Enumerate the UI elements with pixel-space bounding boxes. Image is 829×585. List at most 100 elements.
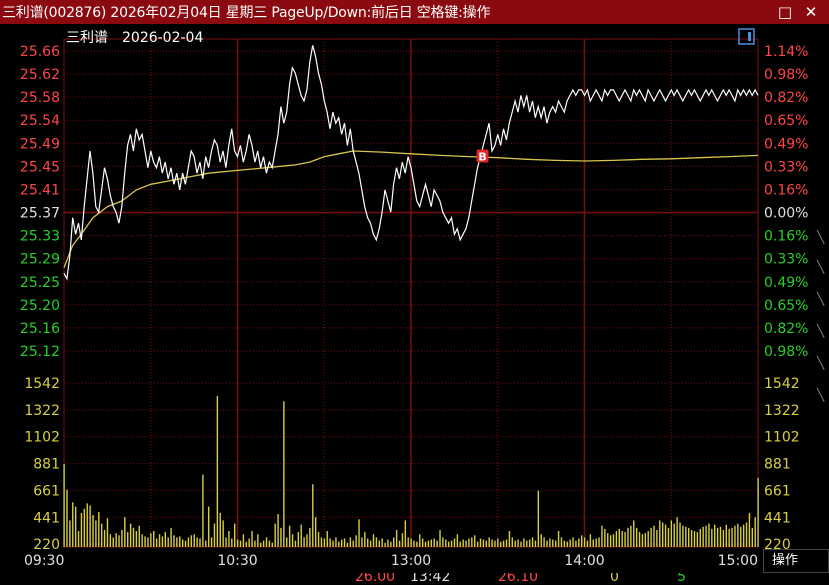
volume-bar — [612, 534, 615, 547]
volume-bar — [702, 526, 704, 547]
volume-bar — [395, 529, 398, 547]
volume-bar — [572, 537, 574, 547]
volume-bar — [341, 539, 343, 547]
volume-bar — [531, 537, 534, 547]
volume-bar — [277, 514, 279, 547]
volume-bar — [83, 508, 86, 547]
volume-bar — [265, 537, 268, 547]
volume-bar — [682, 525, 684, 547]
volume-bar — [207, 506, 210, 547]
buy-marker-label: B — [478, 151, 486, 164]
volume-bar — [731, 527, 733, 547]
volume-bar — [581, 535, 583, 547]
volume-bar — [462, 539, 464, 547]
volume-bar — [176, 537, 178, 547]
volume-bar — [433, 538, 435, 547]
volume-bar — [589, 534, 592, 547]
volume-bar — [141, 534, 143, 547]
pct-tick-label: 1.14% — [764, 44, 808, 60]
volume-bar — [260, 542, 262, 547]
volume-bar — [502, 540, 505, 547]
volume-bar — [633, 520, 635, 547]
title-bar: 三利谱(002876) 2026年02月04日 星期三 PageUp/Down:… — [0, 0, 829, 24]
volume-bar — [601, 525, 603, 547]
volume-bar — [474, 535, 476, 547]
volume-bar — [647, 531, 649, 547]
volume-bar — [283, 401, 285, 547]
volume-bar — [121, 529, 123, 547]
volume-bar — [77, 531, 80, 547]
peek-small-b: 5 — [677, 573, 686, 585]
peek-time: 13:42 — [410, 573, 451, 585]
volume-bar — [549, 538, 551, 547]
volume-bar — [751, 527, 754, 547]
volume-bar — [387, 539, 389, 547]
volume-bar — [630, 525, 632, 547]
volume-tick-label: 881 — [33, 457, 60, 473]
volume-tick-label: 441 — [764, 510, 791, 526]
volume-bar — [552, 539, 554, 547]
price-tick-label: 25.37 — [20, 206, 60, 222]
operate-button[interactable]: 操作 — [763, 549, 829, 573]
volume-tick-label: 881 — [764, 457, 791, 473]
price-tick-label: 25.54 — [20, 113, 60, 129]
volume-bar — [511, 537, 514, 547]
volume-bar — [494, 540, 496, 547]
volume-bar — [74, 506, 77, 547]
intraday-chart: B 25.66 1.14% 25.62 0.98% 25.58 0.82% 25.54 0.6… — [0, 24, 829, 585]
volume-bar — [358, 519, 360, 547]
volume-bar — [306, 534, 308, 547]
volume-bar — [650, 527, 652, 547]
volume-bar — [193, 534, 195, 547]
volume-bar — [491, 539, 493, 547]
volume-bar — [604, 528, 606, 547]
volume-bar — [476, 541, 479, 547]
volume-bar — [659, 520, 661, 547]
volume-bar — [288, 525, 291, 547]
volume-bar — [398, 540, 401, 547]
volume-bar — [708, 523, 710, 547]
price-tick-label: 25.20 — [20, 298, 60, 314]
volume-bar — [251, 531, 253, 547]
volume-bar — [508, 531, 511, 547]
volume-bar — [688, 527, 690, 547]
volume-bar — [430, 539, 433, 547]
volume-bar — [401, 533, 404, 547]
pct-tick-label: 0.49% — [764, 275, 808, 291]
maximize-icon[interactable]: □ — [774, 1, 796, 23]
volume-tick-label: 1102 — [24, 430, 60, 446]
volume-bar — [416, 541, 418, 547]
volume-bar — [161, 536, 164, 547]
toggle-panel-icon[interactable] — [738, 28, 755, 45]
close-icon[interactable]: ✕ — [800, 1, 822, 23]
price-tick-label: 25.29 — [20, 252, 60, 268]
volume-bar — [693, 531, 696, 547]
volume-bar — [155, 538, 158, 547]
volume-bar — [231, 538, 233, 547]
volume-bar — [187, 537, 190, 547]
volume-bar — [696, 532, 699, 547]
volume-bar — [615, 531, 618, 547]
volume-bar — [384, 542, 386, 547]
volume-bar — [638, 532, 641, 547]
volume-bar — [497, 538, 499, 547]
volume-tick-label: 661 — [764, 483, 791, 499]
pct-tick-label: 0.98% — [764, 67, 808, 83]
volume-bar — [644, 533, 647, 547]
volume-bar — [124, 517, 126, 547]
volume-bar — [607, 533, 609, 547]
volume-bar — [239, 540, 242, 547]
volume-bar — [72, 502, 74, 547]
volume-bar — [676, 517, 678, 547]
pct-tick-label: 0.33% — [764, 252, 808, 268]
volume-bar — [728, 528, 730, 547]
volume-bar — [734, 525, 736, 547]
pct-tick-label: 0.16% — [764, 182, 808, 198]
side-glyph: ╲ — [817, 292, 825, 306]
volume-bar — [213, 523, 216, 547]
volume-bar — [745, 522, 748, 547]
volume-bar — [635, 527, 638, 547]
volume-bar — [537, 490, 540, 547]
chart-svg: B 25.66 1.14% 25.62 0.98% 25.58 0.82% 25.54 0.6… — [20, 28, 808, 569]
volume-bar — [317, 532, 320, 547]
